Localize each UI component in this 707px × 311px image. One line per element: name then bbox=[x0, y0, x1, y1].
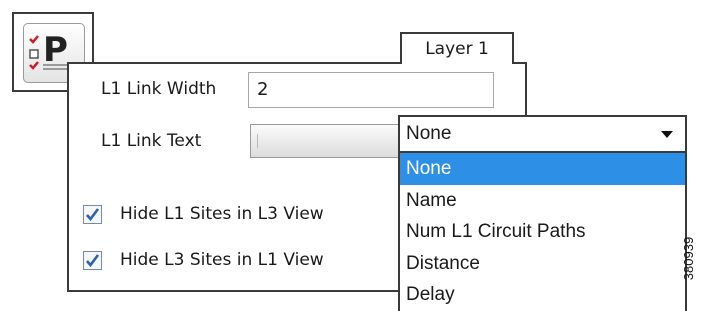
panel-border-top-right bbox=[514, 62, 527, 64]
hide-l3-sites-checkbox[interactable] bbox=[83, 251, 102, 270]
dropdown-option-distance[interactable]: Distance bbox=[400, 248, 685, 280]
link-width-label: L1 Link Width bbox=[101, 79, 217, 99]
link-text-combobox[interactable] bbox=[250, 124, 410, 158]
dropdown-selected-value: None bbox=[406, 123, 452, 144]
panel-border-top bbox=[67, 62, 400, 64]
link-width-field[interactable]: 2 bbox=[248, 72, 494, 108]
check-mark-icon bbox=[86, 208, 100, 222]
tab-layer-1[interactable]: Layer 1 bbox=[400, 32, 514, 64]
figure-id: 380939 bbox=[674, 208, 704, 308]
chevron-down-icon[interactable] bbox=[661, 131, 673, 138]
dropdown-option-none[interactable]: None bbox=[400, 153, 685, 185]
dropdown-option-delay[interactable]: Delay bbox=[400, 279, 685, 311]
figure-id-text: 380939 bbox=[681, 236, 697, 280]
dropdown-list: None Name Num L1 Circuit Paths Distance … bbox=[398, 153, 687, 311]
link-text-label: L1 Link Text bbox=[101, 131, 202, 151]
dropdown-option-num-l1-circuit-paths[interactable]: Num L1 Circuit Paths bbox=[400, 216, 685, 248]
tab-label: Layer 1 bbox=[425, 39, 489, 59]
hide-l1-sites-label: Hide L1 Sites in L3 View bbox=[120, 204, 324, 224]
link-text-dropdown[interactable]: None bbox=[398, 115, 687, 153]
hide-l3-sites-label: Hide L3 Sites in L1 View bbox=[120, 250, 324, 270]
dropdown-option-name[interactable]: Name bbox=[400, 185, 685, 217]
hide-l1-sites-checkbox[interactable] bbox=[83, 205, 102, 224]
svg-text:P: P bbox=[43, 30, 68, 70]
link-width-value: 2 bbox=[257, 79, 269, 100]
check-mark-icon bbox=[86, 254, 100, 268]
